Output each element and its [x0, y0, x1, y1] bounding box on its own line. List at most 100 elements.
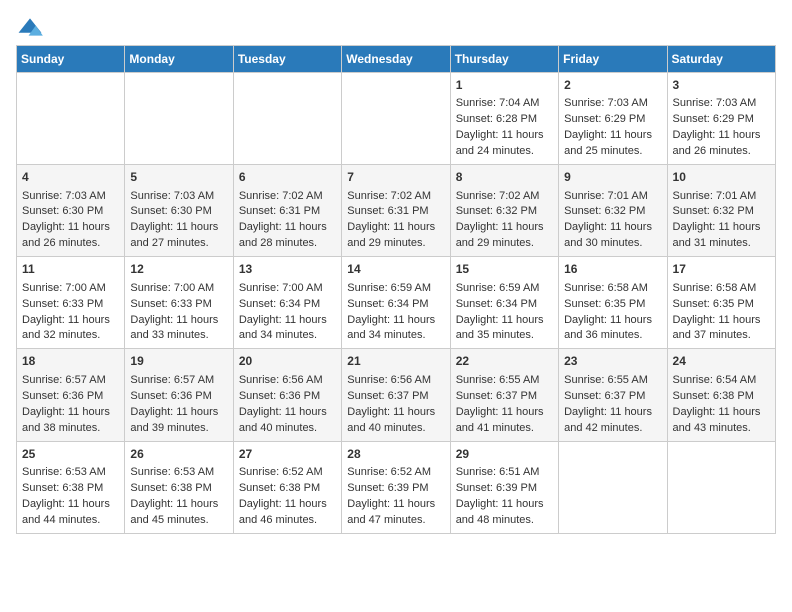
calendar-cell: 29Sunrise: 6:51 AMSunset: 6:39 PMDayligh… [450, 441, 558, 533]
calendar-table: SundayMondayTuesdayWednesdayThursdayFrid… [16, 45, 776, 534]
day-info: Sunrise: 6:52 AM [239, 465, 336, 481]
day-info: Daylight: 11 hours [673, 220, 770, 236]
day-number: 16 [564, 261, 661, 278]
day-info: and 28 minutes. [239, 236, 336, 252]
day-info: Daylight: 11 hours [347, 220, 444, 236]
day-number: 11 [22, 261, 119, 278]
calendar-cell: 28Sunrise: 6:52 AMSunset: 6:39 PMDayligh… [342, 441, 450, 533]
calendar-header-row: SundayMondayTuesdayWednesdayThursdayFrid… [17, 46, 776, 73]
day-info: Sunrise: 7:01 AM [673, 189, 770, 205]
day-info: and 36 minutes. [564, 328, 661, 344]
day-number: 2 [564, 77, 661, 94]
day-info: Sunset: 6:32 PM [673, 204, 770, 220]
day-number: 4 [22, 169, 119, 186]
day-info: and 35 minutes. [456, 328, 553, 344]
day-info: and 39 minutes. [130, 421, 227, 437]
day-info: Sunrise: 6:55 AM [456, 373, 553, 389]
calendar-week-5: 25Sunrise: 6:53 AMSunset: 6:38 PMDayligh… [17, 441, 776, 533]
day-info: Sunset: 6:33 PM [130, 297, 227, 313]
day-info: Sunset: 6:37 PM [564, 389, 661, 405]
day-info: and 26 minutes. [673, 144, 770, 160]
day-info: Sunrise: 6:54 AM [673, 373, 770, 389]
day-info: and 46 minutes. [239, 513, 336, 529]
day-info: Sunrise: 6:58 AM [673, 281, 770, 297]
day-number: 15 [456, 261, 553, 278]
day-info: Sunset: 6:28 PM [456, 112, 553, 128]
calendar-cell: 27 Sunrise: 6:52 AMSunset: 6:38 PMDayligh… [233, 441, 341, 533]
day-number: 27 [239, 446, 336, 463]
day-number: 20 [239, 353, 336, 370]
calendar-cell: 14Sunrise: 6:59 AMSunset: 6:34 PMDayligh… [342, 257, 450, 349]
day-info: and 29 minutes. [347, 236, 444, 252]
day-info: Sunset: 6:38 PM [239, 481, 336, 497]
day-info: Sunrise: 7:04 AM [456, 96, 553, 112]
day-info: Sunrise: 7:02 AM [347, 189, 444, 205]
day-number: 25 [22, 446, 119, 463]
day-info: Daylight: 11 hours [347, 405, 444, 421]
day-info: Daylight: 11 hours [130, 497, 227, 513]
calendar-cell [667, 441, 775, 533]
day-info: Sunset: 6:34 PM [347, 297, 444, 313]
day-number: 23 [564, 353, 661, 370]
day-info: Daylight: 11 hours [239, 497, 336, 513]
calendar-week-1: 1Sunrise: 7:04 AMSunset: 6:28 PMDaylight… [17, 73, 776, 165]
day-info: Sunrise: 7:00 AM [130, 281, 227, 297]
calendar-cell: 7 Sunrise: 7:02 AMSunset: 6:31 PMDaylight… [342, 165, 450, 257]
day-info: and 41 minutes. [456, 421, 553, 437]
calendar-cell: 21Sunrise: 6:56 AMSunset: 6:37 PMDayligh… [342, 349, 450, 441]
calendar-cell: 2Sunrise: 7:03 AMSunset: 6:29 PMDaylight… [559, 73, 667, 165]
day-number: 29 [456, 446, 553, 463]
day-info: Sunrise: 6:51 AM [456, 465, 553, 481]
day-number: 1 [456, 77, 553, 94]
day-info: Daylight: 11 hours [22, 497, 119, 513]
day-number: 7 [347, 169, 444, 186]
day-number: 22 [456, 353, 553, 370]
day-number: 10 [673, 169, 770, 186]
day-header-friday: Friday [559, 46, 667, 73]
day-header-sunday: Sunday [17, 46, 125, 73]
day-info: Daylight: 11 hours [564, 128, 661, 144]
day-info: and 26 minutes. [22, 236, 119, 252]
day-header-saturday: Saturday [667, 46, 775, 73]
day-info: Daylight: 11 hours [564, 313, 661, 329]
day-info: and 45 minutes. [130, 513, 227, 529]
day-info: Daylight: 11 hours [130, 313, 227, 329]
day-info: Sunset: 6:34 PM [456, 297, 553, 313]
calendar-cell: 16Sunrise: 6:58 AMSunset: 6:35 PMDayligh… [559, 257, 667, 349]
calendar-cell: 23Sunrise: 6:55 AMSunset: 6:37 PMDayligh… [559, 349, 667, 441]
day-info: Sunset: 6:32 PM [564, 204, 661, 220]
day-info: Sunset: 6:36 PM [130, 389, 227, 405]
day-info: Daylight: 11 hours [239, 313, 336, 329]
day-info: Daylight: 11 hours [22, 220, 119, 236]
day-info: Daylight: 11 hours [130, 220, 227, 236]
day-header-thursday: Thursday [450, 46, 558, 73]
day-info: Sunset: 6:36 PM [22, 389, 119, 405]
logo [16, 16, 48, 37]
day-info: Daylight: 11 hours [456, 128, 553, 144]
day-info: Daylight: 11 hours [239, 220, 336, 236]
calendar-cell [559, 441, 667, 533]
calendar-cell: 15Sunrise: 6:59 AMSunset: 6:34 PMDayligh… [450, 257, 558, 349]
day-number: 26 [130, 446, 227, 463]
day-info: Sunset: 6:31 PM [347, 204, 444, 220]
day-info: Sunrise: 7:02 AM [456, 189, 553, 205]
day-info: Daylight: 11 hours [22, 405, 119, 421]
day-info: Sunset: 6:37 PM [456, 389, 553, 405]
day-info: and 47 minutes. [347, 513, 444, 529]
day-number: 8 [456, 169, 553, 186]
day-info: Sunrise: 6:53 AM [130, 465, 227, 481]
day-info: Sunrise: 7:03 AM [673, 96, 770, 112]
page-header [16, 16, 776, 37]
calendar-cell: 12Sunrise: 7:00 AMSunset: 6:33 PMDayligh… [125, 257, 233, 349]
day-info: Sunrise: 7:01 AM [564, 189, 661, 205]
day-info: Sunset: 6:30 PM [130, 204, 227, 220]
day-info: and 24 minutes. [456, 144, 553, 160]
calendar-week-3: 11Sunrise: 7:00 AMSunset: 6:33 PMDayligh… [17, 257, 776, 349]
day-info: Sunset: 6:38 PM [673, 389, 770, 405]
day-info: Sunset: 6:37 PM [347, 389, 444, 405]
calendar-cell: 20Sunrise: 6:56 AMSunset: 6:36 PMDayligh… [233, 349, 341, 441]
day-info: Sunset: 6:33 PM [22, 297, 119, 313]
day-info: Daylight: 11 hours [673, 128, 770, 144]
calendar-cell [125, 73, 233, 165]
day-number: 3 [673, 77, 770, 94]
